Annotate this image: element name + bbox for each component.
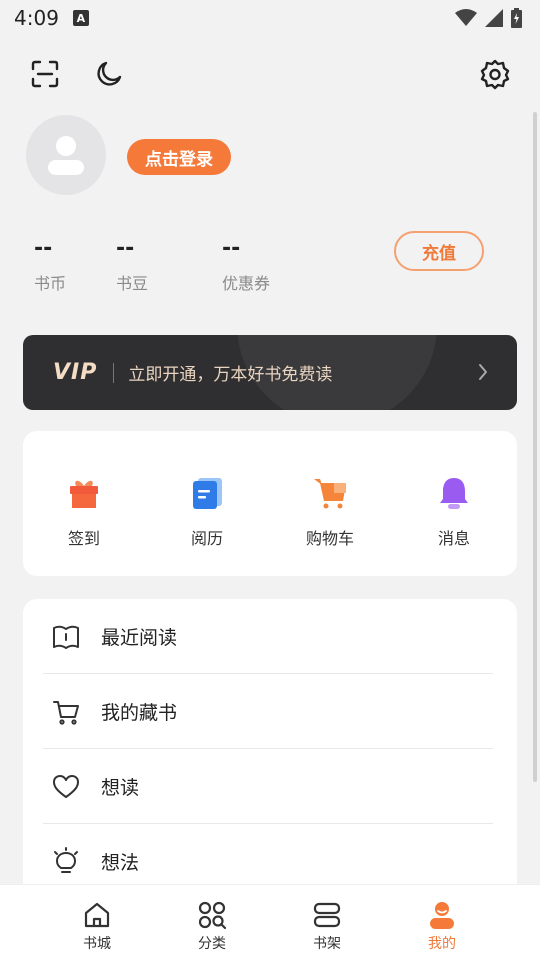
menu-label: 最近阅读 [101, 627, 178, 649]
vip-logo: VIP [53, 360, 98, 385]
profile-icon [426, 899, 458, 931]
quick-history[interactable]: 阅历 [157, 475, 257, 549]
tab-label: 分类 [198, 936, 226, 952]
status-bar: 4:09 A [0, 0, 540, 36]
stat-value: -- [116, 236, 135, 261]
heart-icon [51, 772, 81, 802]
stat-label: 书豆 [116, 274, 149, 293]
quick-label: 购物车 [305, 529, 354, 548]
stat-beans[interactable]: -- 书豆 [116, 236, 148, 294]
bottom-tab-bar: 书城 分类 书架 我的 [0, 884, 540, 960]
menu-label: 我的藏书 [101, 702, 178, 724]
menu-item-my-collection[interactable]: 我的藏书 [23, 674, 517, 749]
chevron-right-icon [479, 364, 487, 380]
recharge-button[interactable]: 充值 [394, 231, 484, 271]
menu-label: 想法 [101, 852, 140, 874]
stat-coupons[interactable]: -- 优惠券 [222, 236, 270, 294]
menu-list: 最近阅读 我的藏书 想读 想法 [23, 599, 517, 899]
tab-bookshelf[interactable]: 书架 [287, 899, 367, 953]
stat-value: -- [34, 236, 53, 261]
bulb-icon [51, 846, 81, 877]
quick-label: 签到 [67, 529, 100, 548]
quick-label: 消息 [437, 529, 470, 548]
bell-icon [436, 475, 472, 511]
menu-item-recent-reading[interactable]: 最近阅读 [23, 599, 517, 674]
home-icon [81, 899, 113, 931]
status-time: 4:09 [14, 6, 59, 30]
gear-icon[interactable] [475, 54, 515, 94]
shelf-icon [311, 899, 343, 931]
scrollbar[interactable] [533, 112, 537, 782]
tab-label: 书城 [83, 936, 111, 952]
quick-actions-card: 签到 阅历 购物车 消息 [23, 431, 517, 576]
vip-promo-text: 立即开通，万本好书免费读 [128, 365, 333, 385]
battery-icon [511, 8, 522, 28]
gift-icon [66, 475, 102, 511]
cart-outline-icon [51, 697, 81, 727]
tab-bookstore[interactable]: 书城 [57, 899, 137, 953]
signal-icon [485, 9, 503, 27]
profile-section [26, 115, 106, 195]
avatar[interactable] [26, 115, 106, 195]
tab-label: 我的 [428, 936, 456, 952]
menu-item-want-to-read[interactable]: 想读 [23, 749, 517, 824]
tab-mine[interactable]: 我的 [402, 899, 482, 953]
tab-label: 书架 [313, 936, 341, 952]
category-icon [196, 899, 228, 931]
vip-banner[interactable]: VIP 立即开通，万本好书免费读 [23, 335, 517, 410]
vip-divider [113, 362, 115, 383]
stat-value: -- [222, 236, 241, 261]
top-toolbar [0, 52, 540, 96]
tab-category[interactable]: 分类 [172, 899, 252, 953]
quick-label: 阅历 [190, 529, 223, 548]
history-icon [189, 475, 225, 511]
stat-coins[interactable]: -- 书币 [34, 236, 66, 294]
quick-messages[interactable]: 消息 [404, 475, 504, 549]
notification-a-icon: A [72, 10, 89, 26]
menu-label: 想读 [101, 777, 140, 799]
quick-checkin[interactable]: 签到 [34, 475, 134, 549]
wifi-icon [455, 9, 477, 26]
cart-icon [312, 475, 348, 511]
login-button[interactable]: 点击登录 [127, 139, 231, 175]
stat-label: 优惠券 [222, 274, 271, 293]
quick-cart[interactable]: 购物车 [280, 475, 380, 549]
book-icon [51, 622, 81, 652]
scan-icon[interactable] [25, 54, 65, 94]
moon-icon[interactable] [89, 54, 129, 94]
stat-label: 书币 [34, 274, 67, 293]
